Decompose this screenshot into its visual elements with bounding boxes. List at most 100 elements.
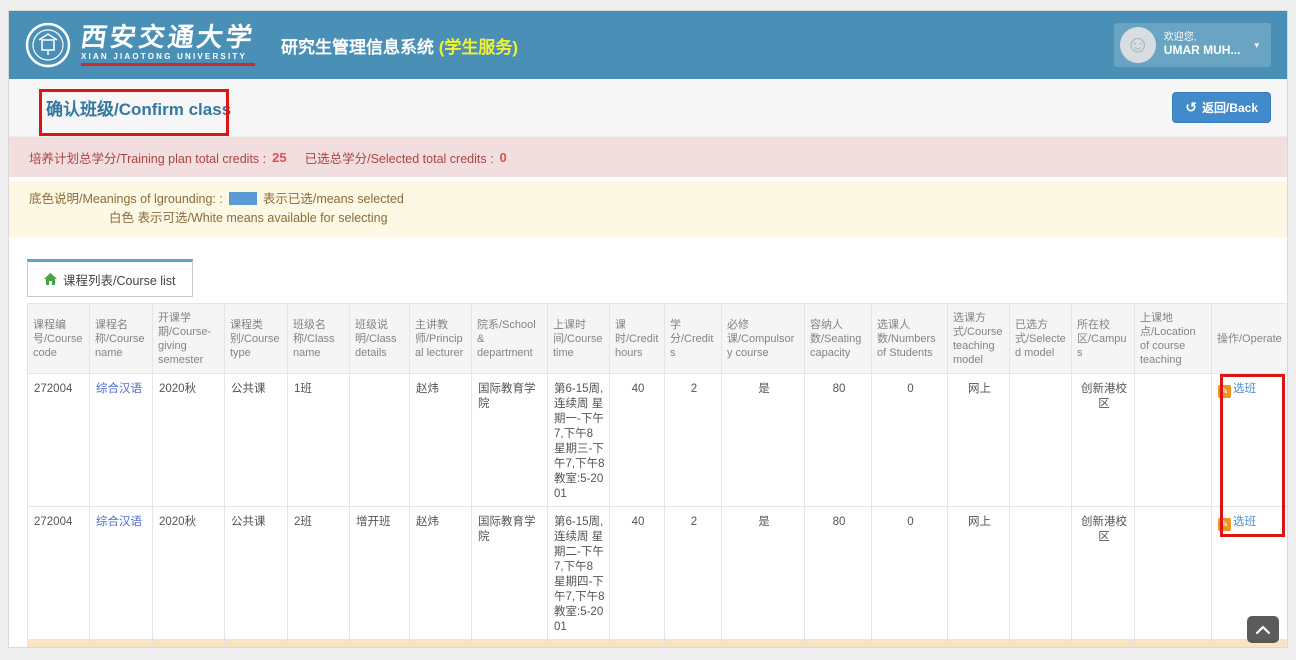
column-header: 选课人数/Numbers of Students — [872, 304, 948, 374]
legend-banner: 底色说明/Meanings of lgrounding: : 表示已选/means… — [9, 181, 1287, 237]
column-header: 已选方式/Selected model — [1010, 304, 1072, 374]
user-welcome-block: 欢迎您, UMAR MUH... — [1164, 32, 1241, 58]
legend-line1-suffix: 表示已选/means selected — [263, 192, 404, 206]
chevron-down-icon[interactable]: ▾ — [1254, 40, 1259, 51]
legend-line1: 底色说明/Meanings of lgrounding: : 表示已选/means… — [29, 190, 1267, 209]
university-brand: 西安交通大学 XIAN JIAOTONG UNIVERSITY 研究生管理信息系… — [25, 22, 518, 68]
back-button[interactable]: ↺ 返回/Back — [1172, 92, 1271, 123]
table-cell: 公共课 — [225, 374, 288, 507]
course-table-wrap: 课程编号/Course code课程名称/Course name开课学期/Cou… — [27, 303, 1277, 648]
university-name: 西安交通大学 XIAN JIAOTONG UNIVERSITY — [81, 24, 255, 66]
select-class-link[interactable]: ✎选班 — [1218, 383, 1256, 395]
welcome-text: 欢迎您, — [1164, 32, 1197, 43]
plan-credits-value: 25 — [272, 150, 286, 165]
app-window: 西安交通大学 XIAN JIAOTONG UNIVERSITY 研究生管理信息系… — [8, 10, 1288, 648]
table-cell: 国际教育学院 — [472, 640, 548, 649]
column-header: 学分/Credits — [665, 304, 722, 374]
table-cell — [1135, 507, 1212, 640]
table-cell: 网上 — [948, 507, 1010, 640]
back-arrow-icon: ↺ — [1185, 99, 1197, 116]
table-cell: 综合汉语 — [90, 374, 153, 507]
tab-course-list[interactable]: 课程列表/Course list — [27, 259, 193, 297]
table-cell: 2 — [665, 374, 722, 507]
table-row: 272004综合汉语2020秋公共课2班增开班赵炜国际教育学院第6-15周,连续… — [28, 507, 1289, 640]
table-cell — [1010, 507, 1072, 640]
table-cell: 2 — [665, 640, 722, 649]
logo-red-underline — [81, 63, 255, 66]
table-cell: 国际教育学院 — [472, 507, 548, 640]
table-cell: 增开班 — [350, 507, 410, 640]
column-header: 必修课/Compulsory course — [722, 304, 805, 374]
table-cell: 272004 — [28, 640, 90, 649]
select-class-link[interactable]: ✎选班 — [1218, 516, 1256, 528]
column-header: 班级名称/Class name — [288, 304, 350, 374]
table-cell: 增开班 — [350, 640, 410, 649]
table-cell: 60 — [805, 640, 872, 649]
table-cell: 公共课 — [225, 640, 288, 649]
column-header: 班级说明/Class details — [350, 304, 410, 374]
home-icon — [44, 273, 57, 285]
legend-line1-prefix: 底色说明/Meanings of lgrounding: : — [29, 192, 223, 206]
column-header: 主讲教师/Principal lecturer — [410, 304, 472, 374]
table-cell: 网上 — [948, 374, 1010, 507]
selected-credits-value: 0 — [500, 150, 507, 165]
table-cell: 2020秋 — [153, 640, 225, 649]
column-header: 课程类别/Course type — [225, 304, 288, 374]
system-title: 研究生管理信息系统 (学生服务) — [281, 33, 518, 58]
column-header: 上课时间/Course time — [548, 304, 610, 374]
table-cell: 综合汉语 — [90, 507, 153, 640]
select-class-label: 选班 — [1233, 516, 1256, 528]
table-cell: 2020秋 — [153, 374, 225, 507]
table-cell — [1010, 640, 1072, 649]
edit-icon: ✎ — [1218, 518, 1231, 531]
table-cell: 0 — [872, 374, 948, 507]
university-name-cn: 西安交通大学 — [79, 24, 257, 50]
edit-icon: ✎ — [1218, 385, 1231, 398]
system-title-text: 研究生管理信息系统 — [281, 38, 434, 57]
table-cell: 第6-15周,连续周 星期一-下午 — [548, 640, 610, 649]
table-cell: 272004 — [28, 507, 90, 640]
table-cell: 2020秋 — [153, 507, 225, 640]
column-header: 上课地点/Location of course teaching — [1135, 304, 1212, 374]
title-bar: 确认班级/Confirm class ↺ 返回/Back — [9, 79, 1287, 137]
table-cell — [1135, 640, 1212, 649]
credits-banner: 培养计划总学分/Training plan total credits : 25… — [9, 137, 1287, 177]
table-cell: 0 — [872, 507, 948, 640]
table-cell: 第6-15周,连续周 星期一-下午7,下午8 星期三-下午7,下午8 教室:5-… — [548, 374, 610, 507]
table-cell — [350, 374, 410, 507]
table-cell: 2 — [665, 507, 722, 640]
system-subtitle: (学生服务) — [439, 38, 518, 57]
table-cell: 40 — [610, 640, 665, 649]
table-cell: 创新港校区 — [1072, 374, 1135, 507]
table-cell: 1 — [872, 640, 948, 649]
table-cell: 赵炜 — [410, 640, 472, 649]
tab-course-list-label: 课程列表/Course list — [63, 270, 176, 289]
table-cell: 赵炜 — [410, 507, 472, 640]
table-cell: 272004 — [28, 374, 90, 507]
user-name: UMAR MUH... — [1164, 43, 1241, 57]
selected-credits-label: 已选总学分/Selected total credits : — [305, 148, 494, 167]
column-header: 开课学期/Course-giving semester — [153, 304, 225, 374]
page-title: 确认班级/Confirm class — [46, 95, 231, 120]
table-cell: 是 — [722, 507, 805, 640]
column-header: 所在校区/Campus — [1072, 304, 1135, 374]
table-cell: 2班 — [288, 507, 350, 640]
table-cell: 80 — [805, 374, 872, 507]
column-header: 操作/Operate — [1212, 304, 1289, 374]
column-header: 容纳人数/Seating capacity — [805, 304, 872, 374]
back-to-top-button[interactable] — [1247, 616, 1279, 643]
select-class-label: 选班 — [1233, 383, 1256, 395]
avatar: ☺ — [1120, 27, 1156, 63]
course-table: 课程编号/Course code课程名称/Course name开课学期/Cou… — [27, 303, 1288, 648]
table-cell: 3班 — [288, 640, 350, 649]
column-header: 课时/Credit hours — [610, 304, 665, 374]
table-row: 272004综合汉语2020秋公共课3班增开班赵炜国际教育学院第6-15周,连续… — [28, 640, 1289, 649]
user-menu[interactable]: ☺ 欢迎您, UMAR MUH... ▾ — [1114, 23, 1271, 67]
table-cell: 国际教育学院 — [472, 374, 548, 507]
course-name-link[interactable]: 综合汉语 — [96, 516, 142, 528]
table-cell — [1135, 374, 1212, 507]
university-seal-icon — [25, 22, 71, 68]
legend-selected-swatch — [229, 192, 257, 205]
course-name-link[interactable]: 综合汉语 — [96, 383, 142, 395]
back-button-label: 返回/Back — [1202, 99, 1258, 116]
